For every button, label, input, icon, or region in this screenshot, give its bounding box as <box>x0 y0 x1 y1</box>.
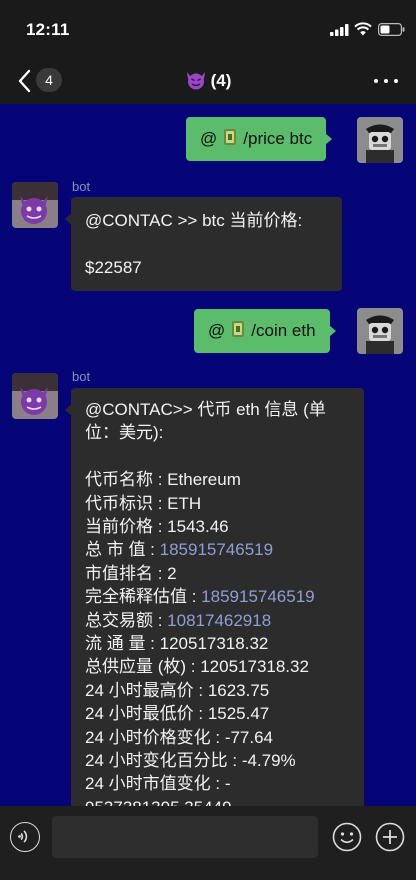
chat-member-count: (4) <box>210 71 232 90</box>
info-row-24h-low: 24 小时最低价 : 1525.47 <box>85 704 270 724</box>
mention-symbol: @ <box>208 321 226 340</box>
voice-input-button[interactable] <box>10 822 40 852</box>
command-text: /coin eth <box>251 321 316 340</box>
sender-name: bot <box>72 179 91 194</box>
cellular-signal-icon <box>330 24 349 36</box>
phone-number-link[interactable]: 185915746519 <box>160 540 273 559</box>
info-row-symbol: 代币标识 : ETH <box>85 493 202 513</box>
info-row-24h-percent: 24 小时变化百分比 : -4.79% <box>85 751 296 771</box>
robot-character-icon <box>357 117 403 163</box>
status-time: 12:11 <box>26 20 70 39</box>
emoji-button-icon[interactable] <box>332 822 362 852</box>
message-input-bar <box>0 806 416 880</box>
phone-number-link[interactable]: 10817462918 <box>167 611 271 630</box>
message-header: 位：美元): <box>85 423 164 443</box>
add-attachment-icon[interactable] <box>375 822 405 852</box>
user-avatar[interactable] <box>357 117 403 163</box>
message-input[interactable] <box>52 816 318 858</box>
info-row-24h-mcap-change: 24 小时市值变化 : - <box>85 774 231 794</box>
bot-avatar[interactable] <box>12 182 58 228</box>
devil-emoji-icon <box>186 72 205 90</box>
purple-character-icon <box>12 373 58 419</box>
info-row-circulating: 流 通 量 : 120517318.32 <box>85 634 269 654</box>
more-options-icon[interactable] <box>373 70 399 90</box>
info-row-market-cap: 总 市 值 : 185915746519 <box>85 540 274 560</box>
mention-symbol: @ <box>200 129 218 148</box>
bot-avatar[interactable] <box>12 373 58 419</box>
bot-avatar-chip-icon <box>224 129 237 145</box>
incoming-message-bubble[interactable]: @CONTAC >> btc 当前价格: $22587 <box>65 197 342 292</box>
user-avatar[interactable] <box>357 308 403 354</box>
command-text: /price btc <box>243 129 313 148</box>
message-line: @CONTAC >> btc 当前价格: <box>85 211 303 230</box>
voice-wave-icon <box>18 830 28 843</box>
sender-name: bot <box>72 369 91 384</box>
phone-number-link[interactable]: 185915746519 <box>201 587 314 606</box>
chat-message-list[interactable]: @/price btc bot @CONTAC >> btc 当前价格: $22… <box>0 104 416 806</box>
purple-character-icon <box>12 182 58 228</box>
chat-header: 4 (4) <box>0 58 416 104</box>
bot-avatar-chip-icon <box>232 321 245 337</box>
incoming-message-bubble[interactable]: @CONTAC>> 代币 eth 信息 (单 位：美元): 代币名称 : Eth… <box>65 388 364 806</box>
price-value: $22587 <box>85 257 142 277</box>
message-header: @CONTAC>> 代币 eth 信息 (单 <box>85 400 326 419</box>
status-bar: 12:11 <box>0 0 416 58</box>
info-row-24h-high: 24 小时最高价 : 1623.75 <box>85 680 270 700</box>
wifi-icon <box>354 22 372 36</box>
info-row-volume: 总交易额 : 10817462918 <box>85 610 272 630</box>
info-row-rank: 市值排名 : 2 <box>85 563 177 583</box>
robot-character-icon <box>357 308 403 354</box>
info-row-name: 代币名称 : Ethereum <box>85 470 241 490</box>
info-row-cutoff: 9537381305.35449 <box>85 796 350 806</box>
outgoing-message-bubble[interactable]: @ /coin eth <box>194 309 336 353</box>
chat-title: (4) <box>0 70 416 91</box>
battery-icon <box>378 23 405 36</box>
info-row-24h-change: 24 小时价格变化 : -77.64 <box>85 727 274 747</box>
info-row-supply: 总供应量 (枚) : 120517318.32 <box>85 657 309 677</box>
info-row-fdv: 完全稀释估值 : 185915746519 <box>85 587 315 607</box>
outgoing-message-bubble[interactable]: @ /price btc <box>186 117 333 161</box>
info-row-price: 当前价格 : 1543.46 <box>85 517 229 537</box>
